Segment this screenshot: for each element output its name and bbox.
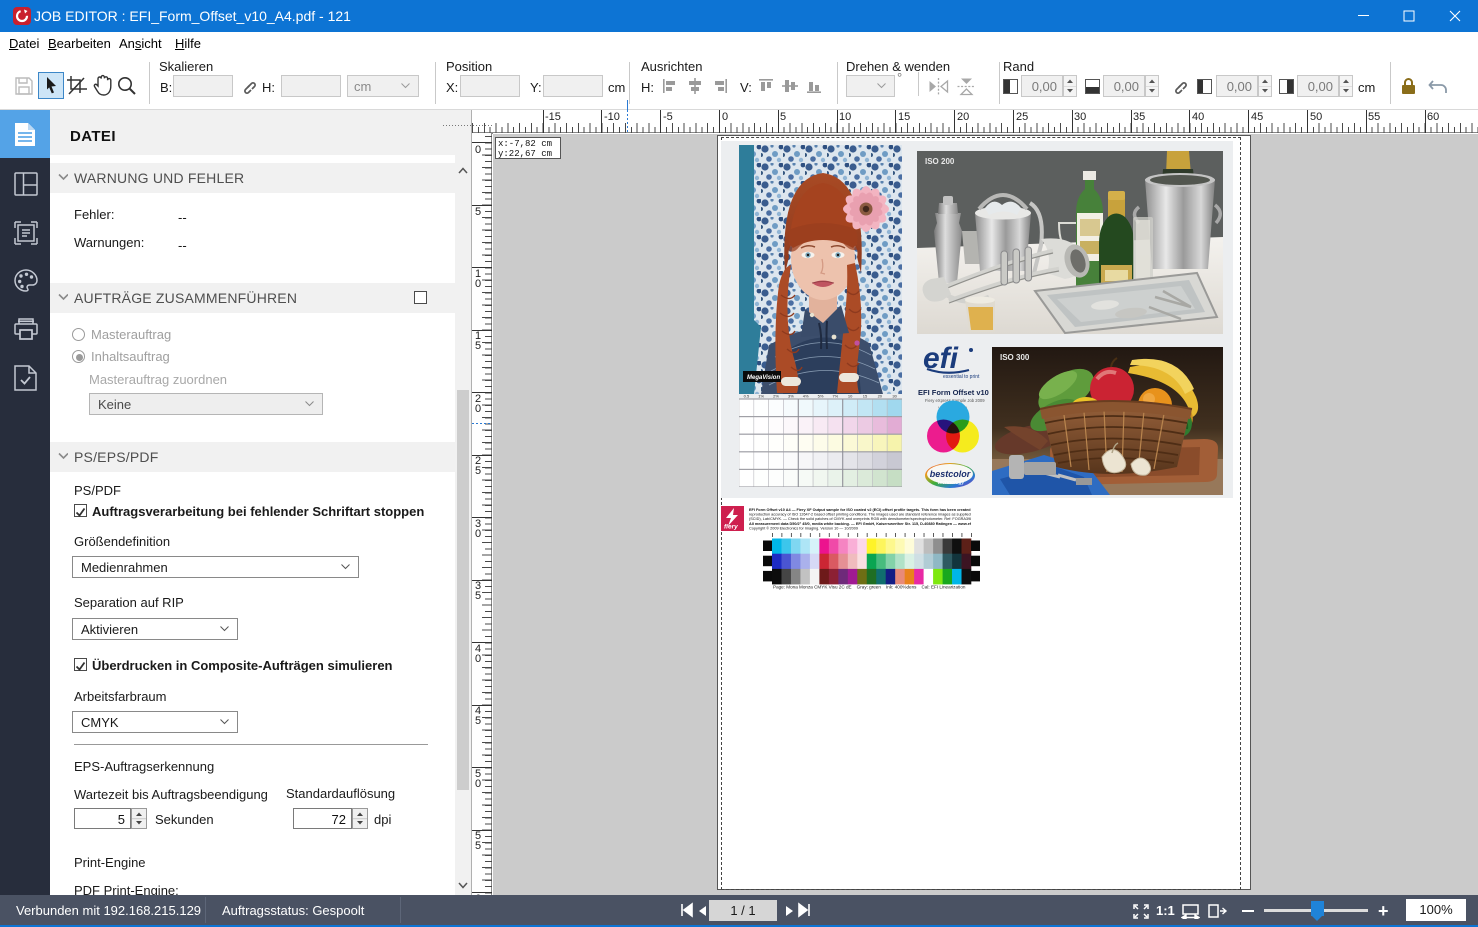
svg-text:All measurement data D50/2° 45: All measurement data D50/2° 45/0, media … <box>749 522 971 526</box>
svg-text:bestcolor: bestcolor <box>930 469 971 479</box>
svg-text:EFI Form Offset v10: EFI Form Offset v10 <box>918 388 989 397</box>
svg-text:fiery: fiery <box>724 524 738 531</box>
svg-text:EFI Form Offset v10 A4 — Fiery: EFI Form Offset v10 A4 — Fiery XF Output… <box>749 508 971 512</box>
svg-text:Copyright © 2009 Electronics f: Copyright © 2009 Electronics for Imaging… <box>749 526 858 530</box>
svg-text:technology: technology <box>938 480 966 486</box>
svg-text:10: 10 <box>848 394 853 399</box>
svg-text:3%: 3% <box>788 394 794 399</box>
svg-text:4%: 4% <box>803 394 809 399</box>
svg-text:30: 30 <box>892 394 897 399</box>
svg-text:ISO 300: ISO 300 <box>1000 353 1030 362</box>
svg-text:Page: Mona Monza CMYK Visu 2C: Page: Mona Monza CMYK Visu 2C dE Gray: g… <box>773 585 966 590</box>
svg-text:1%: 1% <box>758 394 764 399</box>
svg-text:20: 20 <box>878 394 883 399</box>
svg-text:MegaVision: MegaVision <box>747 375 780 381</box>
svg-text:ISO 200: ISO 200 <box>925 157 955 166</box>
svg-text:(SCID), Lab/CMYK. — Check the: (SCID), Lab/CMYK. — Check the solid patc… <box>749 517 971 521</box>
svg-text:reproduction accuracy of ISO 1: reproduction accuracy of ISO 12647-2 bas… <box>749 513 971 517</box>
svg-text:7%: 7% <box>832 394 838 399</box>
svg-text:15: 15 <box>863 394 868 399</box>
svg-text:5%: 5% <box>818 394 824 399</box>
svg-text:essential to print: essential to print <box>943 374 980 380</box>
svg-text:0.5: 0.5 <box>744 394 750 399</box>
svg-text:2%: 2% <box>773 394 779 399</box>
